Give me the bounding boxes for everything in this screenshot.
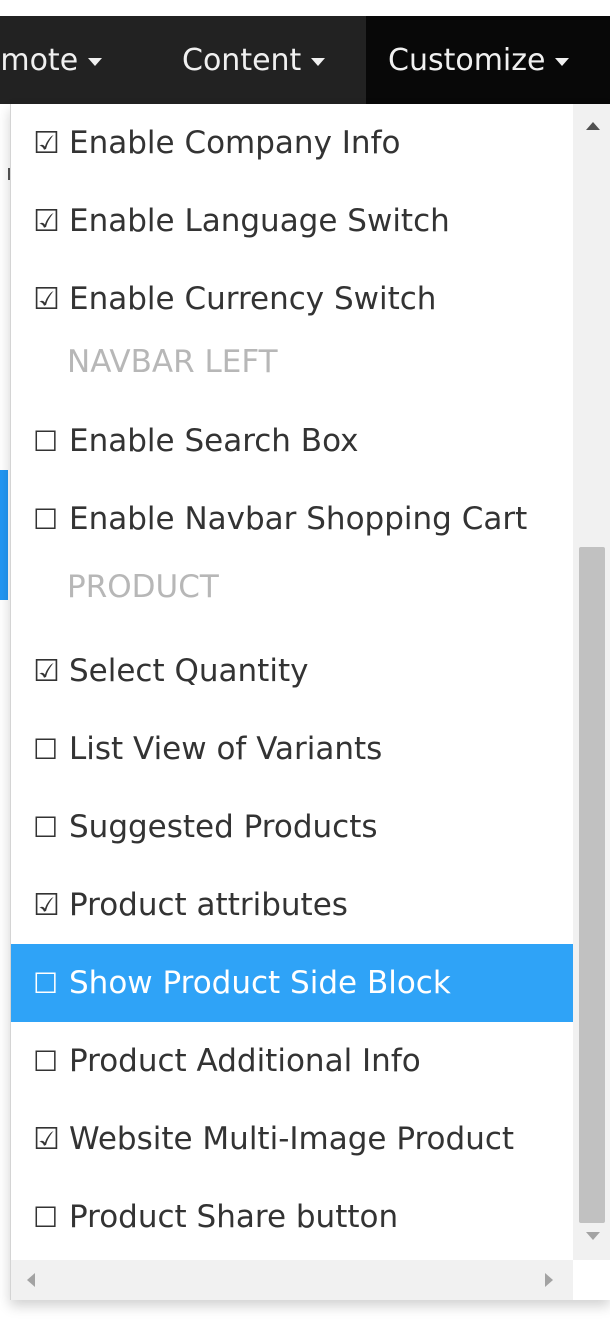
scroll-left-arrow-icon[interactable] xyxy=(27,1273,35,1287)
menu-option[interactable]: ☑ Product attributes xyxy=(11,866,573,944)
menu-option[interactable]: ☐ Product Share button xyxy=(11,1178,573,1256)
menu-option-label: Select Quantity xyxy=(69,653,309,689)
checked-box-icon: ☑ xyxy=(33,281,60,317)
menu-option[interactable]: ☐ Product Additional Info xyxy=(11,1022,573,1100)
menu-option-label: Show Product Side Block xyxy=(69,965,451,1001)
caret-down-icon xyxy=(311,58,326,66)
checked-box-icon: ☑ xyxy=(33,125,60,161)
menu-option-label: Product attributes xyxy=(69,887,348,923)
nav-customize-menu[interactable]: Customize xyxy=(366,16,610,104)
menu-option-label: Enable Search Box xyxy=(69,423,359,459)
menu-option[interactable]: ☑ Enable Currency Switch xyxy=(11,260,573,338)
vertical-scrollbar-thumb[interactable] xyxy=(579,547,605,1223)
menu-section-header: NAVBAR LEFT xyxy=(67,344,278,380)
navbar: omote Content Customize xyxy=(0,16,610,104)
menu-option-label: Product Share button xyxy=(69,1199,399,1235)
nav-promote-menu[interactable]: omote xyxy=(0,16,160,104)
menu-option-label: Enable Currency Switch xyxy=(69,281,437,317)
nav-customize-label: Customize xyxy=(388,42,546,78)
menu-option[interactable]: ☐ List View of Variants xyxy=(11,710,573,788)
menu-option[interactable]: ☐ Show Product Side Block xyxy=(11,944,573,1022)
unchecked-box-icon: ☐ xyxy=(33,966,59,1000)
nav-promote-label: omote xyxy=(0,42,79,78)
menu-option-label: Enable Company Info xyxy=(69,125,401,161)
scroll-down-arrow-icon[interactable] xyxy=(586,1232,600,1240)
menu-option[interactable]: ☐ Suggested Products xyxy=(11,788,573,866)
nav-content-menu[interactable]: Content xyxy=(160,16,366,104)
scroll-up-arrow-icon[interactable] xyxy=(586,122,600,130)
menu-option[interactable]: ☐ Enable Search Box xyxy=(11,402,573,480)
unchecked-box-icon: ☐ xyxy=(33,1044,59,1078)
menu-option-label: Suggested Products xyxy=(69,809,378,845)
customize-dropdown-menu: ☑ Enable Company Info ☑ Enable Language Swi… xyxy=(10,104,610,1300)
menu-option-label: List View of Variants xyxy=(69,731,383,767)
unchecked-box-icon: ☐ xyxy=(33,502,59,536)
menu-option-label: Website Multi-Image Product xyxy=(69,1121,515,1157)
customize-options-list: ☑ Enable Company Info ☑ Enable Language Swi… xyxy=(11,104,573,1300)
top-strip xyxy=(0,0,610,16)
checked-box-icon: ☑ xyxy=(33,887,60,923)
menu-option[interactable]: ☑ Enable Language Switch xyxy=(11,182,573,260)
unchecked-box-icon: ☐ xyxy=(33,810,59,844)
caret-down-icon xyxy=(555,58,570,66)
menu-section-header: PRODUCT xyxy=(67,569,219,605)
menu-option[interactable]: ☑ Select Quantity xyxy=(11,632,573,710)
vertical-scrollbar[interactable] xyxy=(573,104,610,1260)
unchecked-box-icon: ☐ xyxy=(33,1200,59,1234)
menu-option[interactable]: ☐ Enable Navbar Shopping Cart xyxy=(11,480,573,558)
menu-option-label: Enable Language Switch xyxy=(69,203,450,239)
scrollbar-corner xyxy=(573,1260,610,1300)
nav-content-label: Content xyxy=(182,42,302,78)
menu-option-label: Product Additional Info xyxy=(69,1043,421,1079)
caret-down-icon xyxy=(88,58,103,66)
checked-box-icon: ☑ xyxy=(33,203,60,239)
menu-option[interactable]: ☑ Enable Company Info xyxy=(11,104,573,182)
checked-box-icon: ☑ xyxy=(33,653,60,689)
checked-box-icon: ☑ xyxy=(33,1121,60,1157)
unchecked-box-icon: ☐ xyxy=(33,424,59,458)
unchecked-box-icon: ☐ xyxy=(33,732,59,766)
menu-option[interactable]: ☑ Website Multi-Image Product xyxy=(11,1100,573,1178)
background-page-accent xyxy=(0,470,8,600)
menu-option-label: Enable Navbar Shopping Cart xyxy=(69,501,528,537)
horizontal-scrollbar[interactable] xyxy=(11,1260,573,1300)
scroll-right-arrow-icon[interactable] xyxy=(545,1273,553,1287)
